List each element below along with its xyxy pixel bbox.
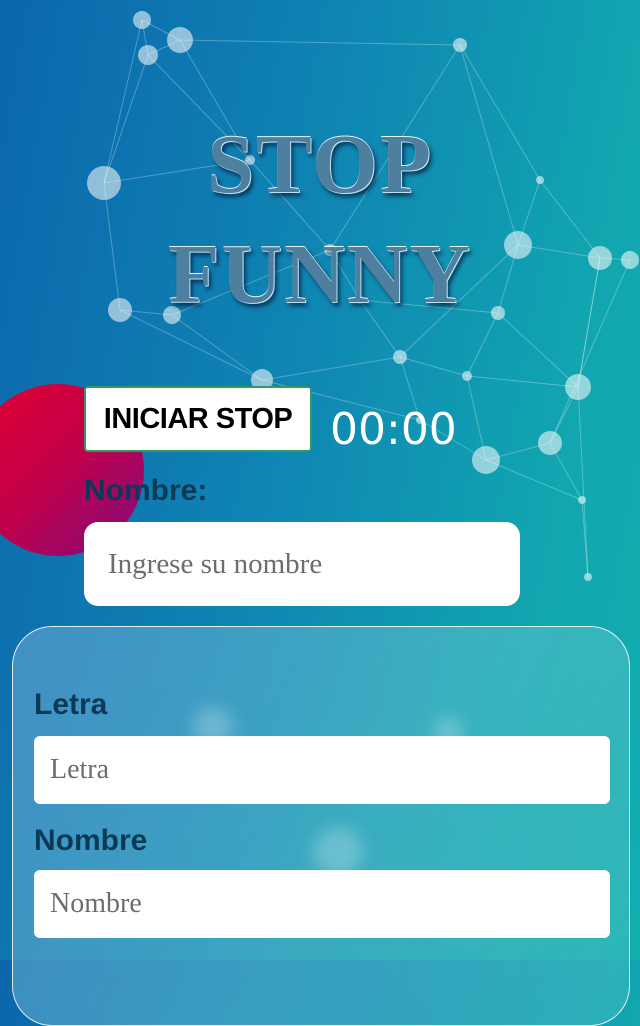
network-node [393,350,407,364]
player-name-input[interactable] [84,522,520,606]
network-node [462,371,472,381]
network-node [453,38,467,52]
letter-input[interactable] [34,736,610,804]
network-node [538,431,562,455]
network-link [399,356,468,377]
network-node [472,446,500,474]
network-link [179,39,461,46]
timer-display: 00:00 [330,404,457,455]
network-link [171,314,263,381]
network-link [497,312,579,388]
network-node [578,496,586,504]
app-title-line1: STOP [207,118,433,211]
network-link [261,356,401,381]
network-node [584,573,592,581]
network-node [133,11,151,29]
letter-label: Letra [34,688,108,721]
player-name-label: Nombre: [84,474,208,507]
name-category-input[interactable] [34,870,610,938]
network-link [577,386,589,578]
network-link [466,375,579,388]
app-title-line2: FUNNY [168,228,472,321]
network-node [138,45,158,65]
start-stop-button[interactable]: INICIAR STOP [84,386,312,452]
name-category-label: Nombre [34,824,148,857]
network-node [167,27,193,53]
network-link [485,459,583,501]
network-node [565,374,591,400]
